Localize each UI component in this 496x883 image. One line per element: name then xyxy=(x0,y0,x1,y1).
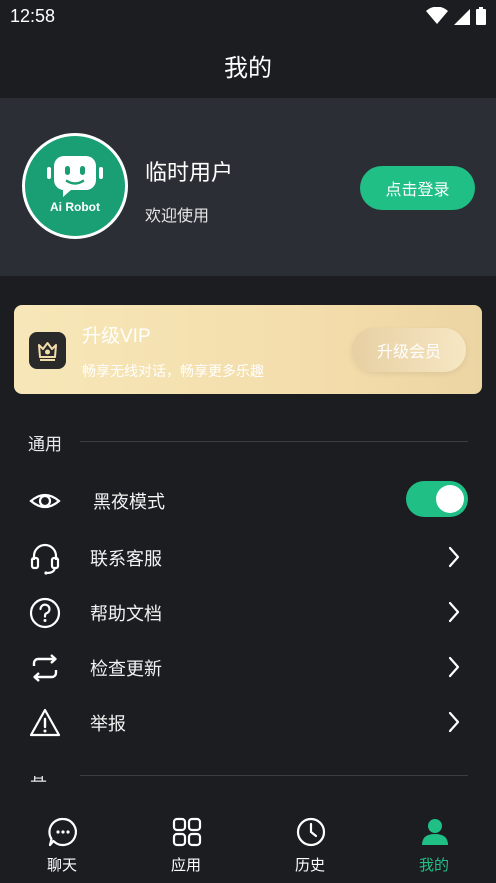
wifi-icon xyxy=(426,7,448,24)
clock-icon xyxy=(296,817,326,847)
chevron-right-icon xyxy=(448,601,460,623)
settings-item-label: 黑夜模式 xyxy=(93,492,165,513)
eye-icon xyxy=(29,493,61,509)
page-title: 我的 xyxy=(224,54,272,82)
settings-item-label: 帮助文档 xyxy=(90,604,162,625)
login-button[interactable]: 点击登录 xyxy=(360,166,475,210)
status-time: 12:58 xyxy=(10,6,56,26)
section-header-next-clipped: 其他 xyxy=(30,776,60,782)
chevron-right-icon xyxy=(448,711,460,733)
vip-description: 畅享无线对话，畅享更多乐趣 xyxy=(82,364,264,380)
settings-item-help-docs[interactable]: 帮助文档 xyxy=(0,584,496,639)
settings-item-label: 举报 xyxy=(90,714,126,735)
status-icons xyxy=(426,7,486,25)
nav-label: 应用 xyxy=(170,856,201,874)
section-header-general: 通用 xyxy=(28,435,62,455)
nav-tab-apps[interactable]: 应用 xyxy=(124,796,248,883)
vip-crown-icon xyxy=(29,332,66,369)
status-bar: 12:58 xyxy=(0,0,496,34)
person-icon xyxy=(422,819,448,845)
nav-tab-mine[interactable]: 我的 xyxy=(372,796,496,883)
chevron-right-icon xyxy=(448,656,460,678)
battery-icon xyxy=(476,7,486,25)
chat-icon xyxy=(48,817,77,847)
toggle-knob xyxy=(436,485,464,513)
vip-title: 升级VIP xyxy=(82,326,151,347)
refresh-icon xyxy=(32,654,58,682)
headset-icon xyxy=(30,543,60,575)
section-divider xyxy=(80,441,468,442)
profile-card: Ai Robot 临时用户 欢迎使用 点击登录 xyxy=(0,98,496,276)
username: 临时用户 xyxy=(145,161,234,186)
vip-banner[interactable]: 升级VIP 畅享无线对话，畅享更多乐趣 升级会员 xyxy=(14,305,482,394)
apps-grid-icon xyxy=(172,817,202,847)
nav-tab-history[interactable]: 历史 xyxy=(248,796,372,883)
welcome-text: 欢迎使用 xyxy=(145,206,210,225)
robot-logo-icon xyxy=(47,156,103,197)
upgrade-member-button[interactable]: 升级会员 xyxy=(352,328,466,372)
chevron-right-icon xyxy=(448,546,460,568)
settings-item-label: 检查更新 xyxy=(90,659,162,680)
avatar[interactable]: Ai Robot xyxy=(22,133,128,239)
nav-label: 历史 xyxy=(294,856,325,874)
dark-mode-toggle[interactable] xyxy=(406,481,468,517)
settings-item-report[interactable]: 举报 xyxy=(0,694,496,749)
help-circle-icon xyxy=(29,597,61,629)
bottom-nav: 聊天 应用 历史 我的 xyxy=(0,796,496,883)
avatar-brand-text: Ai Robot xyxy=(50,200,100,214)
cell-signal-icon xyxy=(454,9,470,25)
section-divider xyxy=(80,775,468,776)
settings-item-contact-support[interactable]: 联系客服 xyxy=(0,529,496,584)
warning-icon xyxy=(29,708,61,737)
settings-item-label: 联系客服 xyxy=(90,549,162,570)
nav-tab-chat[interactable]: 聊天 xyxy=(0,796,124,883)
nav-label: 我的 xyxy=(418,856,449,874)
nav-label: 聊天 xyxy=(46,856,77,874)
settings-item-check-update[interactable]: 检查更新 xyxy=(0,639,496,694)
title-bar: 我的 xyxy=(0,34,496,98)
